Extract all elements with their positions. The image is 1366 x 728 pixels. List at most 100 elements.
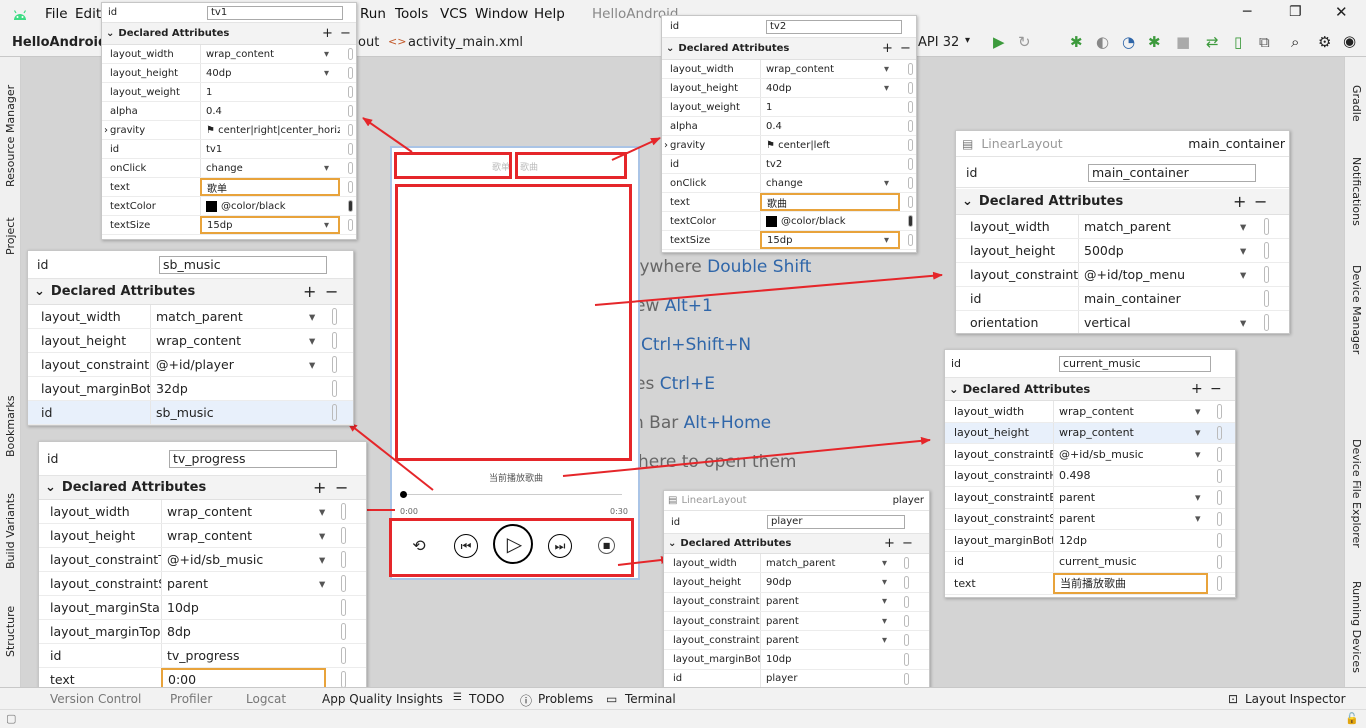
value-resize-handle[interactable] [1217,511,1222,526]
dropdown-arrow-icon[interactable]: ▾ [882,616,887,627]
gear-icon[interactable]: ⚙ [1318,33,1331,51]
debug-icon[interactable]: ✱ [1070,33,1083,51]
value-resize-handle[interactable] [332,404,337,421]
value-resize-handle[interactable] [904,672,909,686]
tool-logcat[interactable]: Logcat [246,692,286,706]
attribute-value[interactable]: 歌曲 [760,193,900,211]
value-resize-handle[interactable] [348,86,353,98]
attribute-row[interactable]: layout_constraintSt... parent ▾ [664,631,929,651]
menu-tools[interactable]: Tools [395,6,428,22]
dropdown-arrow-icon[interactable]: ▾ [309,357,315,372]
attribute-row[interactable]: text 歌曲 [662,193,916,212]
add-attribute-icon[interactable]: + [313,478,326,497]
tool-structure[interactable]: Structure [4,606,17,657]
remove-attribute-icon[interactable]: − [1254,192,1267,211]
menu-file[interactable]: File [45,6,68,22]
attribute-value[interactable]: tv_progress [161,644,326,667]
value-resize-handle[interactable] [904,614,909,628]
attribute-row[interactable]: layout_height 500dp ▾ [956,239,1289,263]
value-resize-handle[interactable] [1217,533,1222,548]
value-resize-handle[interactable] [348,181,353,193]
attribute-value[interactable]: 12dp [1053,530,1208,551]
tool-todo[interactable]: TODO [469,692,504,706]
attribute-value[interactable]: @+id/top_menu [1078,263,1243,286]
value-resize-handle[interactable] [904,653,909,666]
value-resize-handle[interactable] [908,120,913,132]
attribute-value[interactable]: tv2 [760,155,900,173]
dropdown-arrow-icon[interactable]: ▾ [1240,267,1246,282]
attribute-row[interactable]: layout_constraintE... parent ▾ [664,611,929,632]
tool-resource-manager[interactable]: Resource Manager [4,85,17,187]
attribute-row[interactable]: layout_width wrap_content ▾ [662,60,916,79]
menu-vcs[interactable]: VCS [440,6,467,22]
id-field[interactable]: player [767,515,905,529]
declared-attributes-header[interactable]: ⌄ Declared Attributes + − [28,279,353,305]
attribute-value[interactable]: parent [1053,487,1208,508]
value-resize-handle[interactable] [348,200,353,212]
attribute-row[interactable]: layout_width wrap_content ▾ [102,45,356,64]
attribute-value[interactable]: 0.4 [760,117,900,135]
id-field[interactable]: tv2 [766,19,902,34]
attribute-row[interactable]: layout_constraintB... @+id/player ▾ [28,353,353,377]
attribute-row[interactable]: id tv_progress [39,644,366,668]
attribute-value[interactable]: 15dp [760,231,900,249]
attribute-value[interactable]: current_music [1053,551,1208,572]
dropdown-arrow-icon[interactable]: ▾ [319,528,325,543]
attribute-row[interactable]: onClick change ▾ [102,159,356,178]
tool-bookmarks[interactable]: Bookmarks [4,396,17,457]
attribute-value[interactable]: parent [161,572,326,595]
value-resize-handle[interactable] [1264,242,1269,259]
attribute-value[interactable]: 10dp [760,650,900,669]
value-resize-handle[interactable] [908,101,913,113]
dropdown-arrow-icon[interactable]: ▾ [324,220,329,231]
attribute-row[interactable]: layout_weight 1 [102,83,356,102]
attribute-row[interactable]: layout_constraintT... @+id/top_menu ▾ [956,263,1289,287]
remove-attribute-icon[interactable]: − [1210,381,1222,397]
dropdown-arrow-icon[interactable]: ▾ [319,504,325,519]
value-resize-handle[interactable] [1264,218,1269,235]
dropdown-arrow-icon[interactable]: ▾ [884,178,889,189]
seekbar-track[interactable] [404,494,622,495]
attribute-value[interactable]: change [760,174,900,192]
attribute-value[interactable]: main_container [1078,287,1243,310]
attribute-row[interactable]: layout_marginBott... 32dp [28,377,353,401]
attribute-value[interactable]: parent [760,592,900,611]
value-resize-handle[interactable] [341,599,346,616]
status-lock-icon[interactable]: 🔓 [1345,712,1359,725]
value-resize-handle[interactable] [1217,576,1222,591]
attribute-row[interactable]: layout_marginTop 8dp [39,620,366,644]
dropdown-arrow-icon[interactable]: ▾ [882,558,887,569]
dropdown-arrow-icon[interactable]: ▾ [309,309,315,324]
attribute-row[interactable]: id main_container [956,287,1289,311]
remove-attribute-icon[interactable]: − [900,41,911,56]
value-resize-handle[interactable] [341,647,346,664]
value-resize-handle[interactable] [348,67,353,79]
value-resize-handle[interactable] [904,557,909,570]
value-resize-handle[interactable] [332,308,337,325]
id-field[interactable]: sb_music [159,255,327,274]
dropdown-arrow-icon[interactable]: ▾ [882,596,887,607]
minimize-icon[interactable]: ─ [1243,4,1251,20]
dropdown-arrow-icon[interactable]: ▾ [882,635,887,646]
seekbar-thumb[interactable] [400,491,407,498]
dropdown-arrow-icon[interactable]: ▾ [1195,512,1201,525]
value-resize-handle[interactable] [341,575,346,592]
value-resize-handle[interactable] [332,332,337,349]
value-resize-handle[interactable] [348,105,353,117]
attribute-value[interactable]: 1 [200,83,340,101]
sdk-manager-icon[interactable]: ⧉ [1259,33,1270,51]
remove-attribute-icon[interactable]: − [340,26,351,41]
attribute-value[interactable]: 15dp [200,216,340,234]
value-resize-handle[interactable] [908,234,913,246]
value-resize-handle[interactable] [908,196,913,208]
declared-attributes-header[interactable]: ⌄ Declared Attributes + − [945,378,1235,401]
attribute-value[interactable]: parent [1053,508,1208,529]
attribute-row[interactable]: id tv2 [662,155,916,174]
dropdown-arrow-icon[interactable]: ▾ [882,577,887,588]
dropdown-arrow-icon[interactable]: ▾ [884,64,889,75]
add-attribute-icon[interactable]: + [1233,192,1246,211]
menu-help[interactable]: Help [534,6,565,22]
attribute-value[interactable]: 0.4 [200,102,340,120]
attribute-row[interactable]: textSize 15dp ▾ [662,231,916,250]
value-resize-handle[interactable] [1217,490,1222,505]
